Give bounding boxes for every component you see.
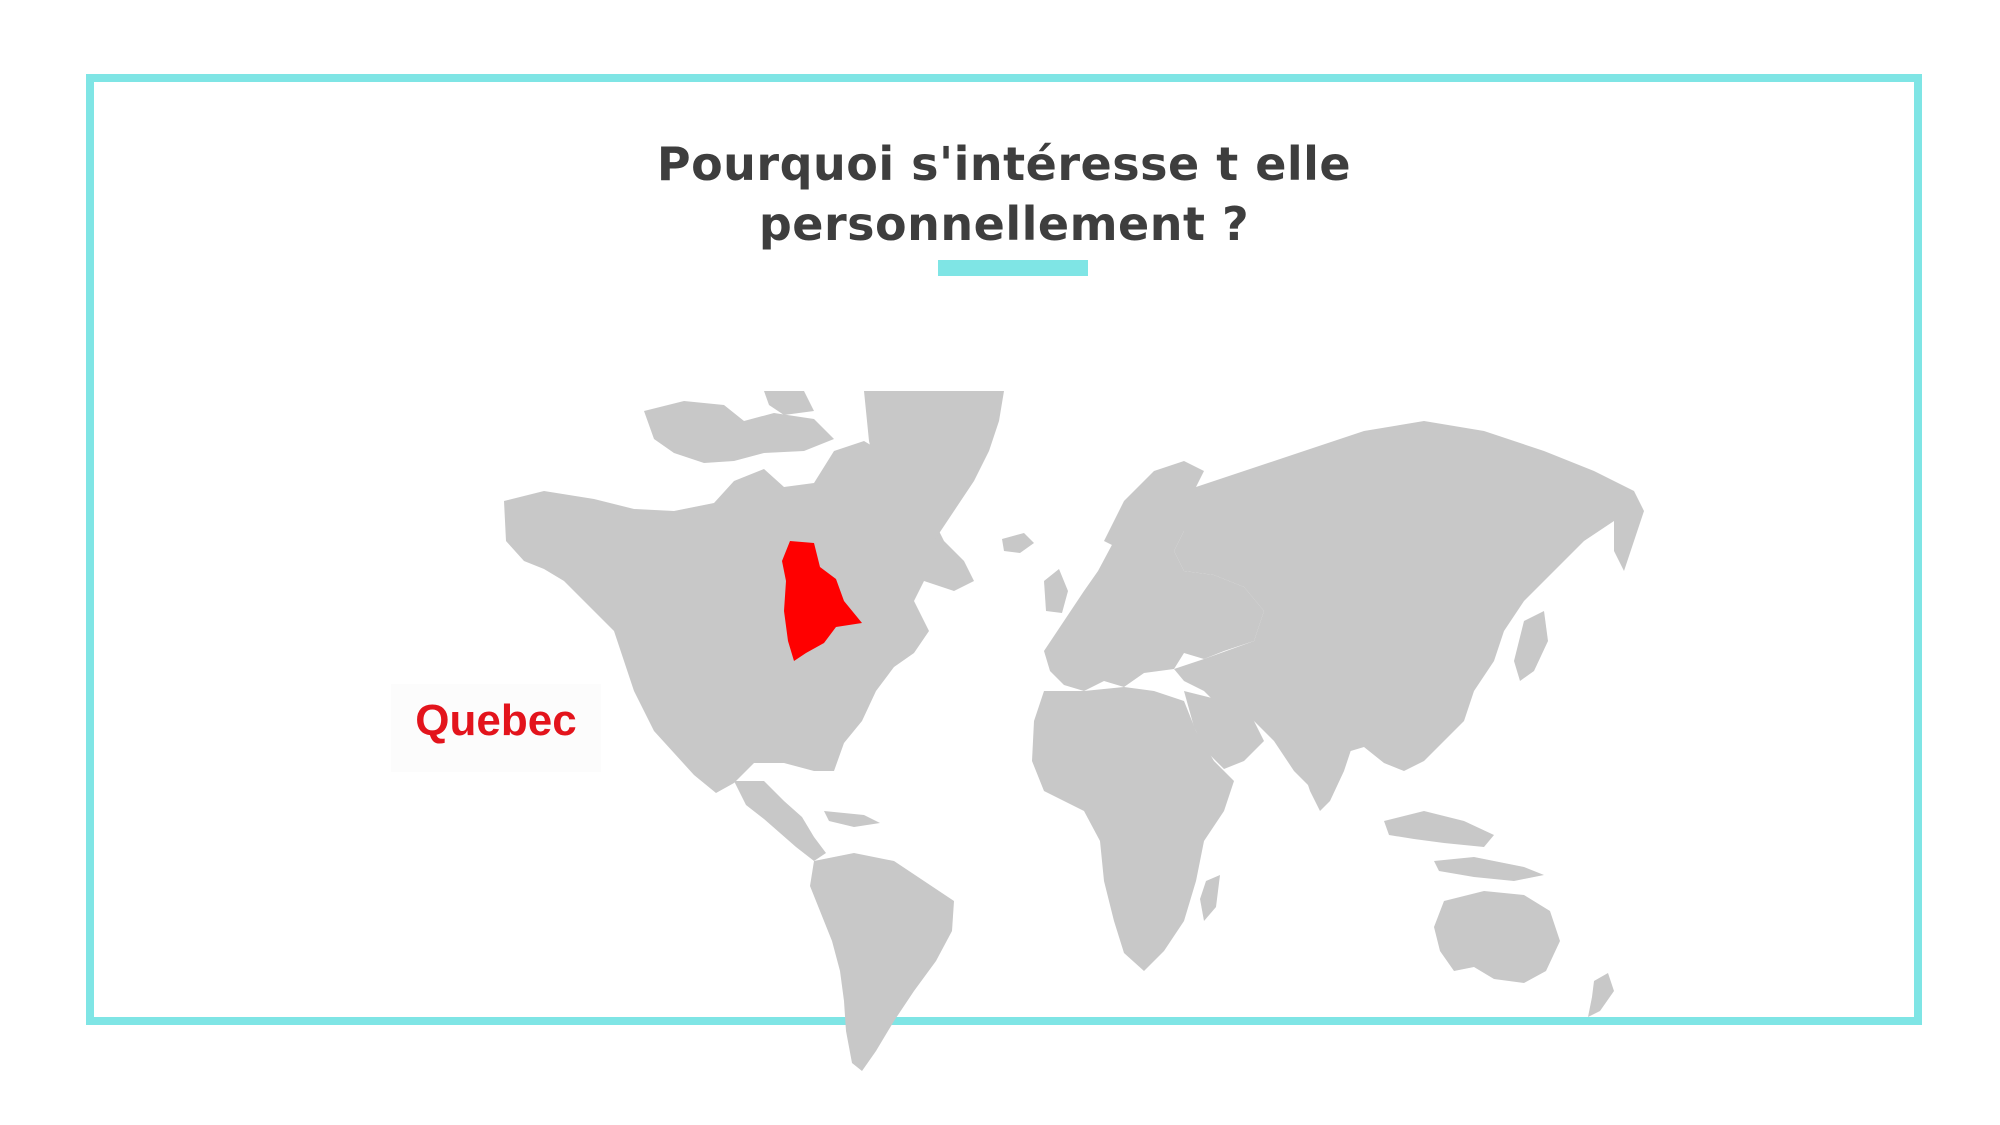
slide-title: Pourquoi s'intéresse t elle personnellem… [94, 134, 1914, 254]
southeast-asia-islands [1384, 811, 1494, 847]
central-america-landmass [734, 781, 826, 861]
japan-landmass [1514, 611, 1548, 681]
australia-landmass [1434, 891, 1560, 983]
world-map [504, 391, 1644, 1071]
title-underline [938, 260, 1088, 276]
madagascar-landmass [1200, 875, 1220, 921]
quebec-label: Quebec [415, 696, 577, 745]
arctic-islands [764, 391, 814, 415]
slide-frame: Pourquoi s'intéresse t elle personnellem… [86, 74, 1922, 1071]
caribbean-islands [824, 811, 880, 827]
slide-title-line-1: Pourquoi s'intéresse t elle [656, 137, 1352, 191]
map-label-box: Quebec [391, 684, 601, 772]
slide-title-line-2: personnellement ? [758, 197, 1250, 251]
kamchatka-landmass [1614, 501, 1644, 571]
new-zealand-landmass [1588, 973, 1614, 1017]
indonesia-islands [1434, 857, 1544, 881]
british-isles-landmass [1044, 569, 1068, 613]
iceland-landmass [1002, 533, 1034, 553]
world-map-land [504, 391, 1644, 1071]
india-landmass [1294, 721, 1354, 811]
south-america-landmass [810, 853, 954, 1071]
